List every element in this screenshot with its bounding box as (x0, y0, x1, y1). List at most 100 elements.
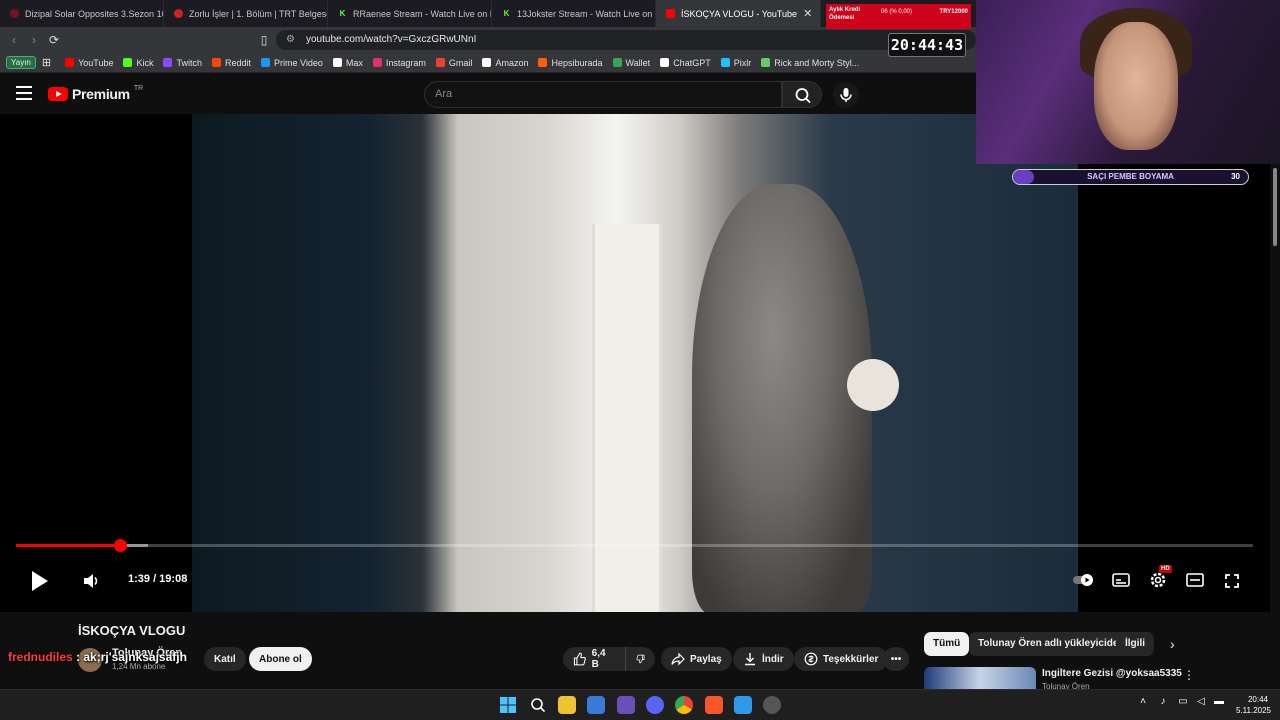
app-blue-icon[interactable] (734, 696, 752, 714)
video-lamp-scene (847, 359, 899, 411)
ad-banner[interactable]: Aylık Kredi Ödemesi 06 (% 0,00) TRY12000 (826, 4, 971, 29)
bookmark-prime-video[interactable]: Prime Video (261, 58, 323, 68)
bookmark-label: Wallet (625, 57, 651, 68)
reload-icon[interactable]: ⟳ (46, 32, 62, 48)
system-clock[interactable]: 20:44 5.11.2025 (1236, 694, 1271, 716)
forward-icon[interactable]: › (26, 32, 42, 48)
system-date: 5.11.2025 (1236, 706, 1271, 715)
stream-goal-bar: SAÇI PEMBE BOYAMA 30 (1012, 169, 1249, 185)
apps-grid-icon[interactable]: ⊞ (42, 56, 51, 69)
more-vertical-icon[interactable]: ⋮ (1183, 668, 1195, 682)
bookmark-amazon[interactable]: Amazon (482, 58, 528, 68)
progress-scrubber[interactable] (113, 539, 127, 552)
like-count: 6,4 B (591, 648, 606, 670)
search-input[interactable]: Ara (424, 81, 782, 108)
tray-chevron-icon[interactable]: ˄ (1134, 696, 1152, 714)
goal-fill (1013, 170, 1035, 184)
bookmark-favicon-icon (212, 58, 221, 67)
battery-icon[interactable]: ▬ (1210, 696, 1228, 714)
theater-mode-icon[interactable] (1186, 573, 1204, 587)
microphone-icon (840, 88, 852, 102)
dislike-button[interactable] (625, 647, 655, 671)
autoplay-toggle-icon[interactable] (1072, 573, 1094, 587)
bookmark-chatgpt[interactable]: ChatGPT (660, 58, 711, 68)
bookmark-twitch[interactable]: Twitch (163, 58, 202, 68)
play-icon[interactable] (32, 571, 48, 591)
volume-icon[interactable]: ◁ (1192, 696, 1210, 714)
share-button[interactable]: Paylaş (661, 647, 732, 671)
bookmark-label: Kick (136, 57, 154, 68)
bookmark-hepsiburada[interactable]: Hepsiburada (538, 57, 603, 68)
chevron-right-icon[interactable]: › (1170, 636, 1175, 652)
chip-all[interactable]: Tümü (924, 632, 970, 656)
microphone-icon[interactable]: ♪ (1154, 696, 1172, 714)
discord-icon[interactable] (646, 696, 664, 714)
subscribe-button[interactable]: Abone ol (249, 647, 312, 671)
bookmark-reddit[interactable]: Reddit (212, 58, 251, 68)
store-icon[interactable] (587, 696, 605, 714)
hamburger-menu-icon[interactable] (16, 86, 32, 100)
bookmark-youtube[interactable]: YouTube (65, 58, 113, 68)
more-horizontal-icon: ••• (890, 653, 902, 665)
subtitles-icon[interactable] (1112, 573, 1130, 587)
dizipal-icon (10, 9, 19, 18)
url-input[interactable]: ⚙ youtube.com/watch?v=GxczGRwUNnI (276, 30, 976, 50)
more-actions-button[interactable]: ••• (883, 647, 909, 671)
bookmark-icon[interactable]: ▯ (256, 32, 272, 48)
windows-start-icon[interactable] (499, 696, 517, 714)
chip-from-uploader[interactable]: Tolunay Ören adlı yükleyiciden (969, 632, 1134, 656)
bookmark-instagram[interactable]: Instagram (372, 57, 426, 68)
system-time: 20:44 (1247, 695, 1268, 704)
progress-bar[interactable] (16, 539, 1253, 552)
tab-youtube-active[interactable]: İSKOÇYA VLOGU - YouTube ✕ (656, 0, 821, 27)
thanks-button[interactable]: Teşekkürler (794, 647, 889, 671)
chip-related[interactable]: İlgili (1116, 632, 1154, 656)
fullscreen-icon[interactable] (1224, 573, 1240, 589)
file-explorer-icon[interactable] (558, 696, 576, 714)
bookmark-label: Pixlr (733, 57, 752, 68)
close-tab-icon[interactable]: ✕ (803, 7, 812, 20)
page-scrollbar[interactable] (1270, 164, 1280, 612)
join-button[interactable]: Katıl (204, 647, 246, 671)
app-gray-icon[interactable] (763, 696, 781, 714)
search-button[interactable] (782, 81, 822, 108)
thumbs-down-icon (636, 654, 645, 664)
recommendation-title[interactable]: Ingiltere Gezisi @yoksaa5335 (1042, 668, 1182, 679)
bookmark-kick[interactable]: Kick (123, 58, 153, 68)
thumbs-up-icon (573, 652, 586, 666)
tab-kick-jokster[interactable]: K 13Jokster Stream - Watch Live on Kic (492, 0, 656, 27)
back-icon[interactable]: ‹ (6, 32, 22, 48)
bookmark-label: Instagram (385, 57, 426, 68)
app-purple-icon[interactable] (617, 696, 635, 714)
bookmark-favicon-icon (123, 58, 133, 67)
brave-icon[interactable] (705, 696, 723, 714)
like-button[interactable]: 6,4 B (563, 647, 625, 671)
settings-gear-icon[interactable] (1149, 571, 1167, 589)
video-player[interactable]: 1:39 / 19:08 HD (0, 114, 1270, 612)
bookmark-label: Hepsiburada (551, 57, 603, 68)
video-frame[interactable] (192, 114, 1078, 612)
bookmark-rick-and-morty-styl[interactable]: Rick and Morty Styl... (761, 58, 859, 68)
network-icon[interactable]: ▭ (1174, 696, 1192, 714)
chrome-icon[interactable] (675, 696, 693, 714)
bookmark-gmail[interactable]: Gmail (435, 58, 472, 68)
volume-icon[interactable] (82, 572, 100, 590)
search-icon[interactable] (529, 696, 547, 714)
yayin-badge[interactable]: Yayın (6, 56, 36, 69)
tab-trt[interactable]: Zorlu İşler | 1. Bölüm | TRT Belgesel - (164, 0, 328, 27)
tab-dizipal[interactable]: Dizipal Solar Opposites 3.Sezon 10.B (0, 0, 164, 27)
bookmark-favicon-icon (482, 58, 492, 67)
tab-kick-rraenee[interactable]: K RRaenee Stream - Watch Live on Kick (328, 0, 492, 27)
youtube-premium-logo[interactable]: Premium TR (48, 85, 143, 102)
scrollbar-thumb[interactable] (1273, 168, 1277, 246)
video-person-scene (692, 184, 872, 612)
bookmark-favicon-icon (163, 58, 173, 67)
video-window-scene (592, 224, 662, 612)
bookmark-label: Rick and Morty Styl... (774, 57, 860, 68)
bookmark-max[interactable]: Max (332, 58, 363, 68)
bookmark-pixlr[interactable]: Pixlr (720, 57, 752, 68)
download-button[interactable]: İndir (733, 647, 794, 671)
site-info-icon[interactable]: ⚙ (286, 30, 295, 50)
bookmark-wallet[interactable]: Wallet (612, 57, 651, 68)
voice-search-button[interactable] (833, 82, 859, 108)
